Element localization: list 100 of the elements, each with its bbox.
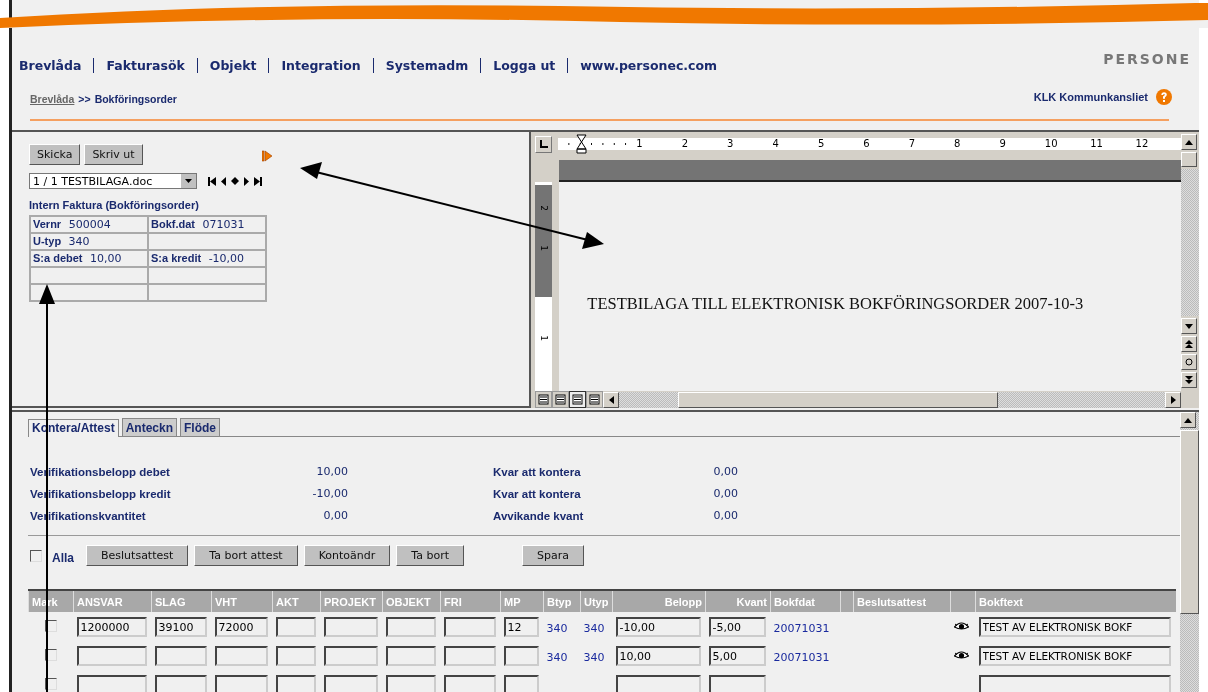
view-mode-icon[interactable] xyxy=(552,391,570,408)
summary-value: 10,00 xyxy=(315,465,348,478)
table-input[interactable] xyxy=(443,646,496,667)
table-input[interactable]: 1200000 xyxy=(76,617,147,638)
action-button[interactable]: Ta bort xyxy=(396,545,464,566)
tab-stop-button[interactable] xyxy=(535,135,553,153)
nav-link[interactable]: www.personec.com xyxy=(580,58,718,73)
select-all-checkbox[interactable] xyxy=(30,549,42,562)
table-input[interactable] xyxy=(385,675,436,692)
column-header: Utyp xyxy=(580,590,613,612)
ruler-number: 9 xyxy=(999,138,1045,150)
view-mode-icon[interactable] xyxy=(569,391,587,408)
table-input[interactable]: TEST AV ELEKTRONISK BOKF xyxy=(978,617,1171,637)
table-input[interactable] xyxy=(615,675,701,692)
nav-link[interactable]: Logga ut xyxy=(493,58,556,73)
play-icon[interactable] xyxy=(261,149,273,162)
next-icon[interactable] xyxy=(244,176,249,186)
table-input[interactable] xyxy=(503,646,539,667)
summary-value: -10,00 xyxy=(311,487,348,500)
table-input[interactable] xyxy=(323,675,378,692)
column-header: Bokftext xyxy=(975,590,1176,612)
table-input[interactable] xyxy=(154,675,207,692)
table-input[interactable] xyxy=(323,617,378,638)
table-input[interactable] xyxy=(76,675,147,692)
scrollbar-thumb[interactable] xyxy=(1180,430,1199,614)
table-input[interactable] xyxy=(154,646,207,667)
table-input[interactable] xyxy=(323,646,378,667)
nav-link[interactable]: Fakturasök xyxy=(106,58,185,73)
summary-value: 0,00 xyxy=(322,509,348,522)
table-input[interactable] xyxy=(708,675,766,692)
view-mode-icon[interactable] xyxy=(535,391,553,408)
scrollbar-thumb[interactable] xyxy=(1181,152,1197,167)
down-arrow-icon xyxy=(1185,323,1193,329)
table-input[interactable] xyxy=(275,617,316,638)
table-input[interactable] xyxy=(214,646,268,667)
scroll-down-button[interactable] xyxy=(1181,318,1197,334)
action-button[interactable]: Beslutsattest xyxy=(86,545,189,566)
tab[interactable]: Flöde xyxy=(180,418,221,436)
field-label: S:a kredit xyxy=(151,252,202,264)
table-input[interactable]: -5,00 xyxy=(708,617,766,638)
scroll-right-button[interactable] xyxy=(1165,391,1181,408)
right-arrow-icon xyxy=(1170,395,1176,404)
indent-marker-icon[interactable] xyxy=(576,134,588,154)
table-input[interactable]: 12 xyxy=(503,617,539,638)
column-header: VHT xyxy=(211,590,273,612)
table-input[interactable]: 39100 xyxy=(154,617,207,638)
table-cell: 340 xyxy=(583,622,605,635)
table-input[interactable] xyxy=(978,675,1171,692)
action-button[interactable]: Ta bort attest xyxy=(194,545,298,566)
toolbar-button[interactable]: Skriv ut xyxy=(84,144,143,165)
column-header: Kvant xyxy=(705,590,771,612)
table-input[interactable] xyxy=(275,675,316,692)
help-icon[interactable] xyxy=(1156,89,1172,105)
previous-icon[interactable] xyxy=(221,176,226,186)
table-input[interactable] xyxy=(385,617,436,638)
table-input[interactable]: -10,00 xyxy=(615,617,701,638)
eye-icon[interactable] xyxy=(953,622,969,632)
file-select[interactable]: 1 / 1 TESTBILAGA.doc xyxy=(29,173,197,189)
last-page-icon[interactable] xyxy=(254,176,262,186)
scroll-up-button[interactable] xyxy=(1180,412,1196,428)
tab[interactable]: Anteckn xyxy=(121,418,178,436)
table-input[interactable]: 5,00 xyxy=(708,646,766,667)
nav-link[interactable]: Objekt xyxy=(209,58,257,73)
column-header: Belopp xyxy=(612,590,706,612)
summary-label: Kvar att kontera xyxy=(493,465,582,478)
table-input[interactable]: 10,00 xyxy=(615,646,701,667)
table-input[interactable] xyxy=(385,646,436,667)
column-header: AKT xyxy=(272,590,321,612)
action-button[interactable]: Kontoändr xyxy=(303,545,391,566)
ruler-number: 2 xyxy=(538,205,549,211)
table-input[interactable] xyxy=(443,675,496,692)
diamond-icon[interactable] xyxy=(231,177,239,185)
previous-page-icon[interactable] xyxy=(1181,336,1197,352)
table-input[interactable] xyxy=(76,646,147,667)
table-cell: 340 xyxy=(546,651,568,664)
eye-icon[interactable] xyxy=(953,651,969,661)
table-input[interactable]: 72000 xyxy=(214,617,268,638)
nav-link[interactable]: Integration xyxy=(281,58,361,73)
nav-link[interactable]: Systemadm xyxy=(385,58,469,73)
ruler-number: 11 xyxy=(1090,138,1136,150)
organization-name: KLK Kommunkansliet xyxy=(1033,91,1148,103)
table-input[interactable] xyxy=(275,646,316,667)
nav-link[interactable]: Brevlåda xyxy=(19,58,82,73)
scroll-left-button[interactable] xyxy=(603,391,620,408)
invoice-title: Intern Faktura (Bokföringsorder) xyxy=(29,199,200,211)
table-input[interactable] xyxy=(443,617,496,638)
up-arrow-icon xyxy=(1185,139,1193,145)
action-button[interactable]: Spara xyxy=(522,545,584,566)
breadcrumb-link[interactable]: Brevlåda xyxy=(30,93,75,105)
scrollbar-thumb[interactable] xyxy=(678,391,999,408)
toolbar-button[interactable]: Skicka xyxy=(29,144,81,165)
browse-object-icon[interactable] xyxy=(1181,354,1197,370)
first-page-icon[interactable] xyxy=(208,176,216,186)
table-input[interactable] xyxy=(503,675,539,692)
table-input[interactable] xyxy=(214,675,268,692)
scroll-up-button[interactable] xyxy=(1181,134,1197,150)
left-tab-icon xyxy=(539,140,548,148)
next-page-icon[interactable] xyxy=(1181,372,1197,388)
table-input[interactable]: TEST AV ELEKTRONISK BOKF xyxy=(978,646,1171,666)
view-mode-icon[interactable] xyxy=(586,391,604,408)
